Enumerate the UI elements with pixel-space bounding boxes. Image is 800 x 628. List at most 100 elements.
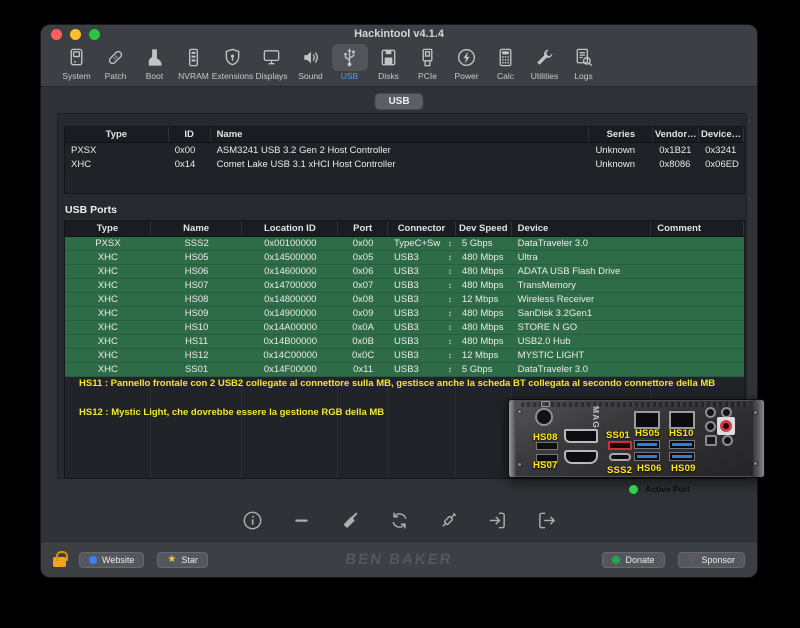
- remove-button[interactable]: [290, 509, 312, 531]
- table-cell: Unknown: [589, 157, 653, 171]
- table-cell: HS06: [151, 265, 243, 278]
- export-button[interactable]: [535, 509, 557, 531]
- toolbar-item-sound[interactable]: Sound: [291, 44, 330, 81]
- table-cell: [651, 335, 744, 348]
- clean-button[interactable]: [339, 509, 361, 531]
- column-header-name[interactable]: Name: [151, 221, 243, 236]
- table-cell: XHC: [65, 307, 151, 320]
- column-header-series[interactable]: Series: [589, 127, 653, 142]
- connector-popup[interactable]: ↕: [448, 282, 452, 290]
- zoom-button[interactable]: [89, 29, 100, 40]
- toolbar-item-usb[interactable]: USB: [330, 44, 369, 81]
- audio-jack: [705, 421, 716, 432]
- column-header-device[interactable]: Device: [512, 221, 652, 236]
- minimize-button[interactable]: [70, 29, 81, 40]
- column-header-port[interactable]: Port: [338, 221, 388, 236]
- sponsor-button[interactable]: ♡ Sponsor: [678, 552, 746, 568]
- table-row[interactable]: XHCHS080x148000000x08USB3↕12 MbpsWireles…: [65, 293, 744, 307]
- table-cell: HS10: [151, 321, 243, 334]
- table-row[interactable]: PXSXSSS20x001000000x00TypeC+Sw↕5 GbpsDat…: [65, 237, 744, 251]
- toolbar-item-label: Sound: [298, 71, 323, 81]
- column-header-vendor[interactable]: Vendor…: [653, 127, 699, 142]
- table-row[interactable]: XHCHS070x147000000x07USB3↕480 MbpsTransM…: [65, 279, 744, 293]
- table-row[interactable]: XHCHS050x145000000x05USB3↕480 MbpsUltra: [65, 251, 744, 265]
- lock-icon[interactable]: [53, 557, 66, 567]
- table-cell: 480 Mbps: [456, 265, 512, 278]
- table-cell: [651, 237, 744, 250]
- column-header-comment[interactable]: Comment: [651, 221, 744, 236]
- usb3-port: [669, 440, 695, 449]
- connector-popup[interactable]: ↕: [448, 296, 452, 304]
- website-icon: [89, 556, 97, 564]
- table-row[interactable]: XHCHS100x14A000000x0AUSB3↕480 MbpsSTORE …: [65, 321, 744, 335]
- column-header-location-id[interactable]: Location ID: [242, 221, 338, 236]
- inject-button[interactable]: [437, 509, 459, 531]
- donate-button[interactable]: Donate: [602, 552, 664, 568]
- ps2-port: [535, 408, 553, 426]
- star-button[interactable]: ★ Star: [157, 552, 207, 568]
- table-cell: USB3↕: [388, 293, 456, 306]
- star-icon: ★: [167, 555, 176, 565]
- table-row[interactable]: XHCHS090x149000000x09USB3↕480 MbpsSanDis…: [65, 307, 744, 321]
- table-cell: 0x3241: [699, 143, 744, 157]
- table-row[interactable]: XHCHS110x14B000000x0BUSB3↕480 MbpsUSB2.0…: [65, 335, 744, 349]
- close-button[interactable]: [51, 29, 62, 40]
- table-row[interactable]: XHCHS060x146000000x06USB3↕480 MbpsADATA …: [65, 265, 744, 279]
- annotation-hs12: HS12 : Mystic Light, che dovrebbe essere…: [79, 407, 384, 418]
- usb-red-port-ss01: [608, 441, 632, 450]
- connector-popup[interactable]: ↕: [448, 352, 452, 360]
- export-icon: [536, 510, 557, 531]
- table-row[interactable]: XHC0x14Comet Lake USB 3.1 xHCI Host Cont…: [65, 157, 744, 171]
- column-header-dev-speed[interactable]: Dev Speed: [456, 221, 512, 236]
- utilities-icon: [527, 44, 563, 71]
- toolbar-item-utilities[interactable]: Utilities: [525, 44, 564, 81]
- connector-popup[interactable]: ↕: [448, 254, 452, 262]
- connector-popup[interactable]: ↕: [448, 338, 452, 346]
- star-label: Star: [181, 555, 198, 565]
- port-label-hs08: HS08: [533, 432, 558, 443]
- connector-popup[interactable]: ↕: [448, 324, 452, 332]
- toolbar-item-label: Extensions: [212, 71, 254, 81]
- info-button[interactable]: [241, 509, 263, 531]
- column-header-connector[interactable]: Connector: [388, 221, 456, 236]
- refresh-button[interactable]: [388, 509, 410, 531]
- column-header-type[interactable]: Type: [65, 221, 151, 236]
- toolbar-item-label: USB: [341, 71, 358, 81]
- import-button[interactable]: [486, 509, 508, 531]
- toolbar-item-calc[interactable]: Calc: [486, 44, 525, 81]
- toolbar-item-pcie[interactable]: PCIe: [408, 44, 447, 81]
- active-port-dot: [629, 485, 638, 494]
- toolbar-item-disks[interactable]: Disks: [369, 44, 408, 81]
- toolbar-item-patch[interactable]: Patch: [96, 44, 135, 81]
- connector-popup[interactable]: ↕: [448, 310, 452, 318]
- table-cell: 0x14A00000: [242, 321, 338, 334]
- toolbar-item-boot[interactable]: Boot: [135, 44, 174, 81]
- window-title: Hackintool v4.1.4: [354, 28, 444, 40]
- table-row[interactable]: PXSX0x00ASM3241 USB 3.2 Gen 2 Host Contr…: [65, 143, 744, 157]
- ben-baker-logo: BEN BAKER: [344, 551, 454, 568]
- website-button[interactable]: Website: [79, 552, 144, 568]
- tab-usb[interactable]: USB: [374, 93, 423, 110]
- toolbar-item-power[interactable]: Power: [447, 44, 486, 81]
- table-cell: XHC: [65, 335, 151, 348]
- table-cell: XHC: [65, 251, 151, 264]
- usb-c-port-sss2: [609, 453, 631, 461]
- column-header-name[interactable]: Name: [211, 127, 590, 142]
- table-row[interactable]: XHCHS120x14C000000x0CUSB3↕12 MbpsMYSTIC …: [65, 349, 744, 363]
- table-row[interactable]: XHCSS010x14F000000x11USB3↕5 GbpsDataTrav…: [65, 363, 744, 377]
- connector-popup[interactable]: ↕: [448, 268, 452, 276]
- table-cell: 480 Mbps: [456, 321, 512, 334]
- table-cell: 0x09: [338, 307, 388, 320]
- connector-popup[interactable]: ↕: [448, 240, 452, 248]
- toolbar-item-displays[interactable]: Displays: [252, 44, 291, 81]
- column-header-device[interactable]: Device…: [699, 127, 744, 142]
- column-header-id[interactable]: ID: [169, 127, 211, 142]
- column-header-type[interactable]: Type: [65, 127, 169, 142]
- table-cell: MYSTIC LIGHT: [512, 349, 652, 362]
- connector-popup[interactable]: ↕: [448, 366, 452, 374]
- toolbar-item-extensions[interactable]: Extensions: [213, 44, 252, 81]
- toolbar-item-nvram[interactable]: NVRAM: [174, 44, 213, 81]
- table-cell: XHC: [65, 363, 151, 376]
- toolbar-item-system[interactable]: System: [57, 44, 96, 81]
- toolbar-item-logs[interactable]: Logs: [564, 44, 603, 81]
